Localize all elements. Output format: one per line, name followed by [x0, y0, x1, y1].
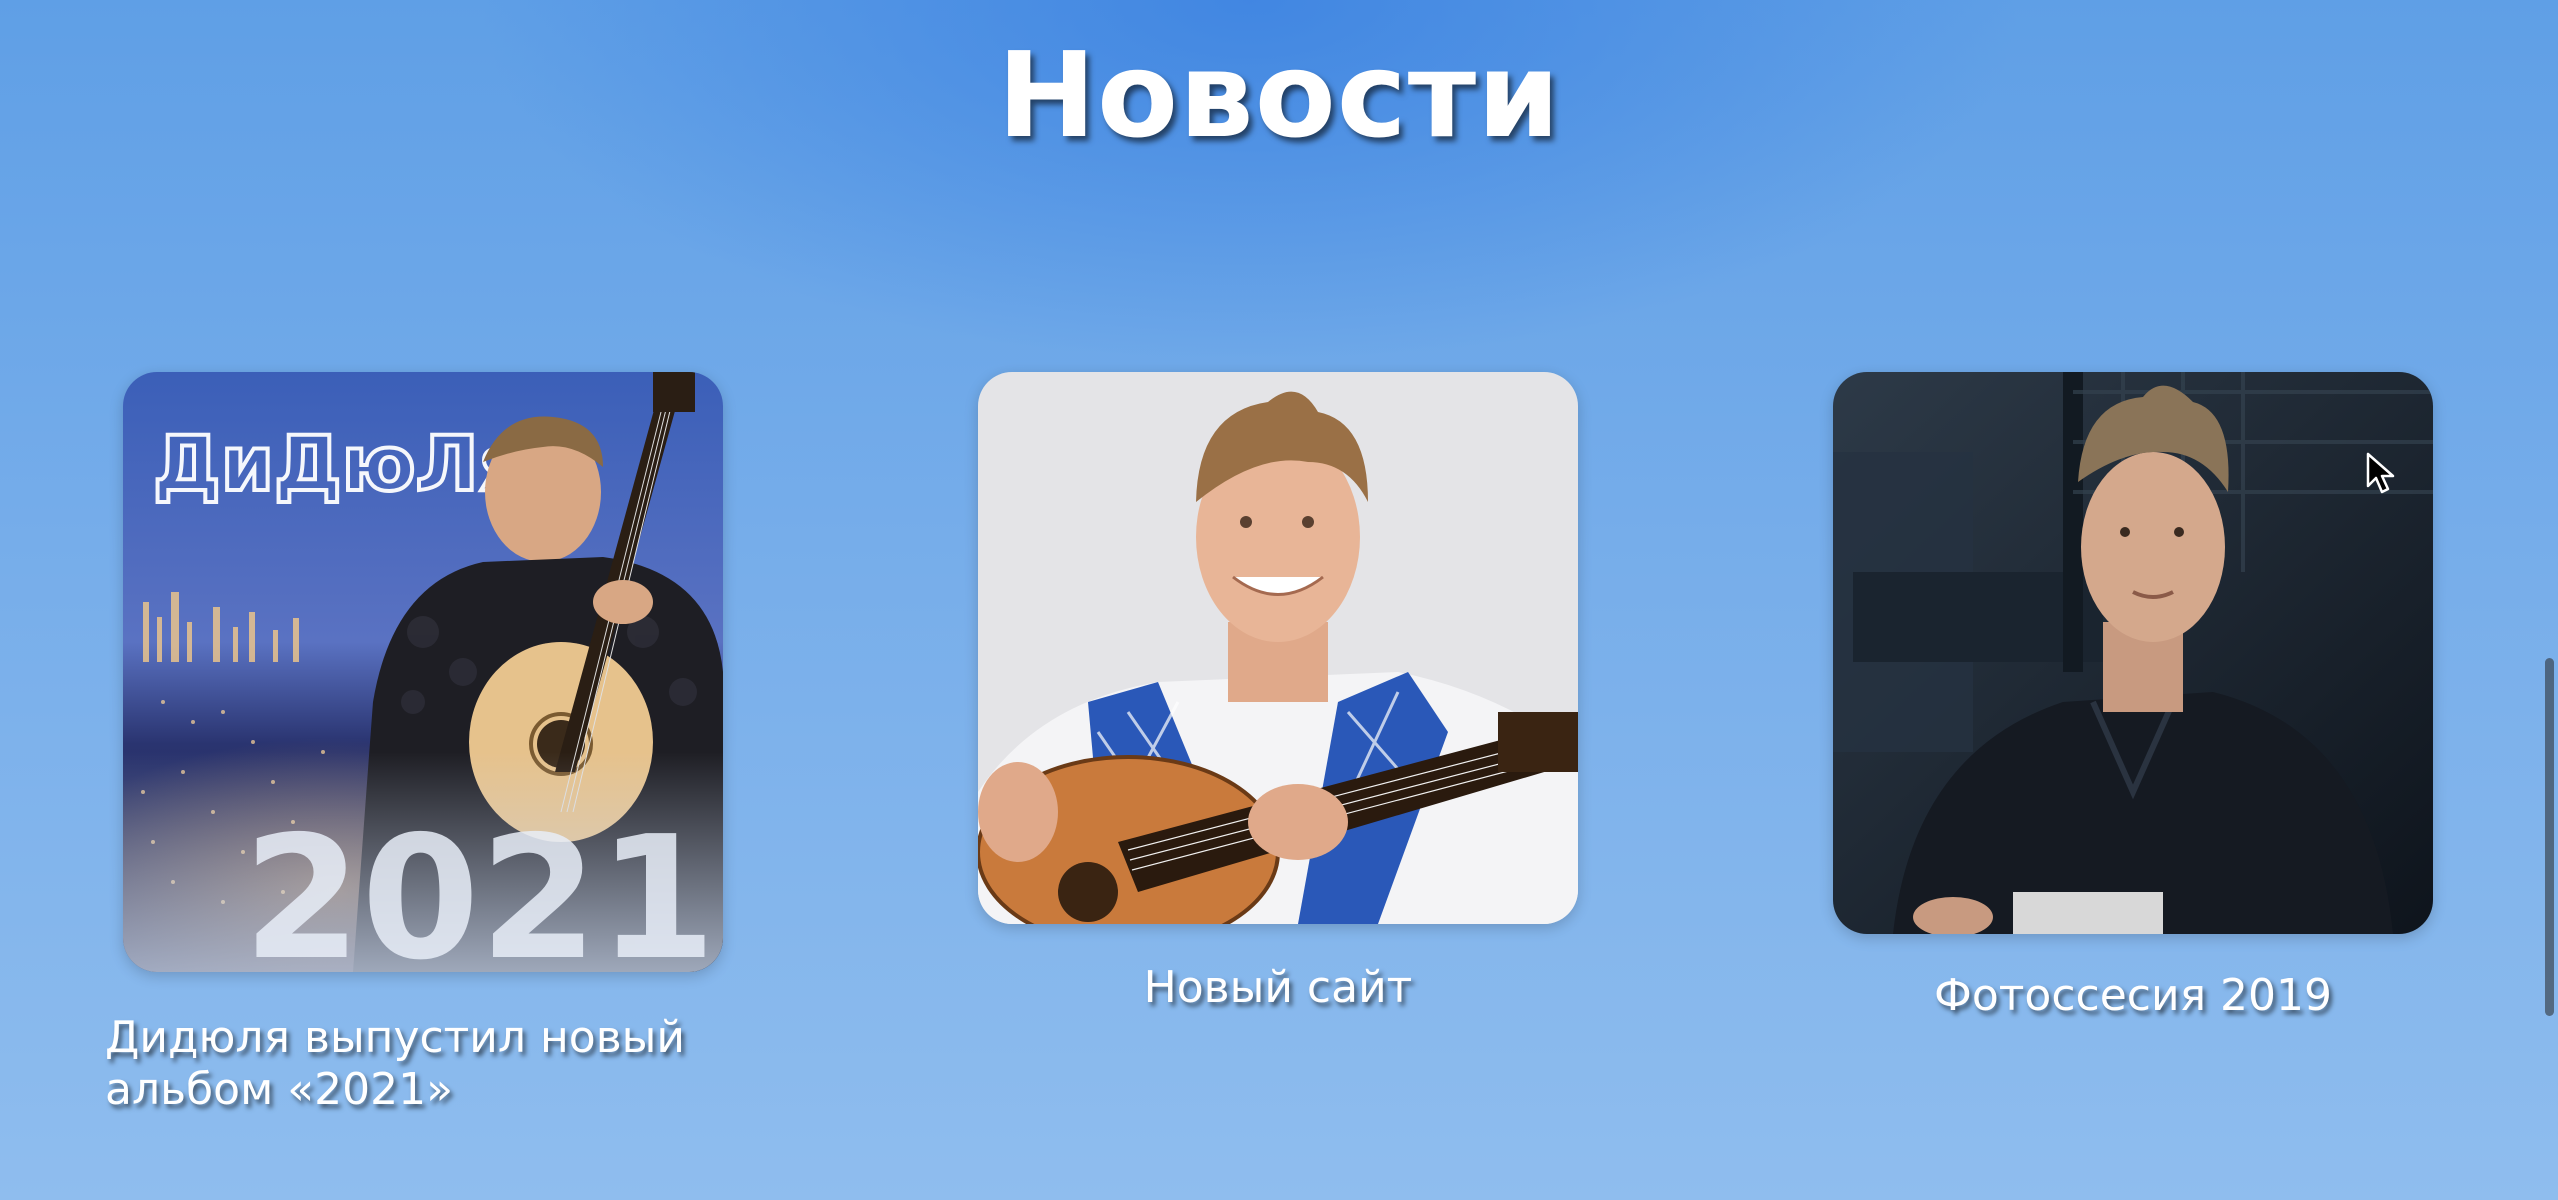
news-caption-new-site[interactable]: Новый сайт — [978, 962, 1578, 1014]
news-image-album-cover[interactable]: ДиДюЛя 2021 — [123, 372, 723, 972]
page-title: Новости — [997, 26, 1561, 164]
photoshoot-portrait-photo — [1833, 372, 2433, 934]
news-caption-album[interactable]: Дидюля выпустил новый альбом «2021» — [105, 1012, 825, 1116]
scrollbar-thumb[interactable] — [2545, 658, 2554, 1016]
album-cover-art: ДиДюЛя 2021 — [123, 372, 723, 972]
news-card-photoshoot[interactable]: Фотоссесия 2019 — [1833, 372, 2433, 1021]
news-card-album[interactable]: ДиДюЛя 2021 Дидюля выпустил новый альбом… — [105, 372, 723, 1115]
news-image-new-site[interactable] — [978, 372, 1578, 924]
page-scrollbar[interactable] — [2540, 0, 2558, 1200]
news-card-new-site[interactable]: Новый сайт — [978, 372, 1578, 1013]
mouse-pointer-icon — [2366, 452, 2395, 494]
guitarist-portrait-photo — [978, 372, 1578, 924]
news-image-photoshoot[interactable] — [1833, 372, 2433, 934]
album-year-text: 2021 — [243, 800, 716, 972]
album-logo-text: ДиДюЛя — [153, 419, 527, 508]
news-caption-photoshoot[interactable]: Фотоссесия 2019 — [1833, 970, 2433, 1022]
